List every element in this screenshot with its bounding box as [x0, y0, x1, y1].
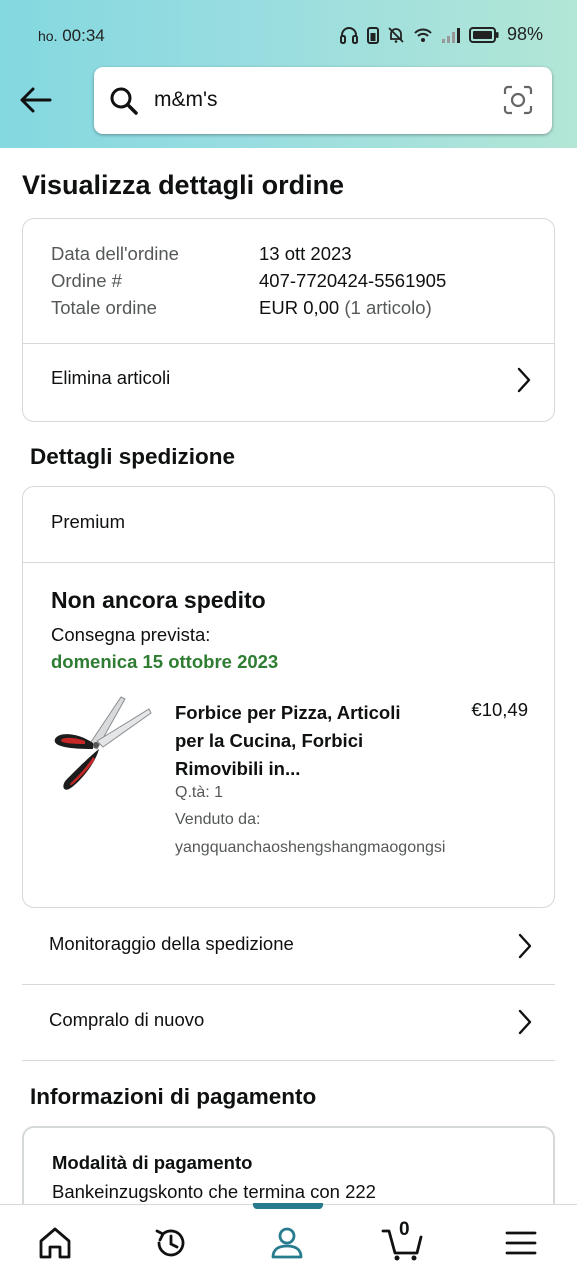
divider	[22, 1060, 555, 1061]
delivery-date: domenica 15 ottobre 2023	[51, 651, 279, 672]
order-number-label: Ordine #	[51, 270, 122, 291]
menu-icon[interactable]	[501, 1223, 541, 1263]
app-header: ho. 00:34 98% m&m's	[0, 0, 577, 148]
delete-items-row[interactable]: Elimina articoli	[23, 343, 554, 419]
cart-count: 0	[399, 1219, 410, 1240]
buy-again-row[interactable]: Compralo di nuovo	[22, 984, 555, 1060]
status-clock: 00:34	[62, 26, 105, 45]
divider	[23, 562, 554, 563]
shipping-type: Premium	[51, 511, 126, 532]
bottom-nav: 0	[0, 1203, 577, 1280]
shipment-card: Premium Non ancora spedito Consegna prev…	[22, 486, 555, 908]
track-shipment-row[interactable]: Monitoraggio della spedizione	[22, 908, 555, 984]
delete-items-label: Elimina articoli	[51, 367, 171, 388]
payment-method-title: Modalità di pagamento	[52, 1152, 253, 1173]
history-icon[interactable]	[151, 1223, 191, 1263]
status-carrier: ho.	[38, 28, 58, 44]
payment-method-text: Bankeinzugskonto che termina con 222	[52, 1181, 376, 1202]
home-icon[interactable]	[35, 1223, 75, 1263]
product-quantity: Q.tà: 1	[175, 784, 224, 801]
product-price: €10,49	[471, 699, 528, 720]
mute-bell-icon	[387, 26, 405, 44]
back-arrow-icon[interactable]	[18, 84, 54, 116]
camera-scan-icon[interactable]	[502, 84, 534, 121]
seller-name[interactable]: yangquanchaoshengshangmaogongsi	[175, 839, 445, 857]
search-bar[interactable]: m&m's	[94, 67, 552, 134]
order-total-amount: EUR 0,00	[259, 297, 340, 318]
order-total-items: (1 articolo)	[344, 297, 432, 318]
order-summary-card: Data dell'ordine 13 ott 2023 Ordine # 40…	[22, 218, 555, 422]
shipment-status: Non ancora spedito	[51, 587, 266, 613]
sold-by-label: Venduto da:	[175, 811, 261, 828]
order-number-value: 407-7720424-5561905	[259, 270, 447, 291]
buy-again-label: Compralo di nuovo	[49, 1009, 205, 1030]
search-input[interactable]: m&m's	[154, 88, 218, 112]
phone-battery-icon	[366, 26, 379, 44]
account-icon[interactable]	[267, 1223, 307, 1263]
status-bar: ho. 00:34 98%	[0, 0, 577, 70]
headphones-icon	[339, 26, 359, 44]
active-tab-indicator	[253, 1203, 323, 1209]
status-icons: 98%	[339, 24, 543, 45]
status-time: ho. 00:34	[38, 26, 105, 46]
chevron-right-icon	[516, 367, 532, 398]
chevron-right-icon	[517, 933, 533, 964]
product-title[interactable]: Forbice per Pizza, Articoli per la Cucin…	[175, 699, 405, 783]
delivery-label: Consegna prevista:	[51, 624, 211, 645]
order-total-value: EUR 0,00 (1 articolo)	[259, 297, 432, 319]
battery-percent: 98%	[506, 24, 543, 44]
page-title: Visualizza dettagli ordine	[22, 170, 345, 200]
cart-icon[interactable]: 0	[381, 1219, 425, 1263]
payment-section-title: Informazioni di pagamento	[30, 1084, 317, 1109]
order-date-value: 13 ott 2023	[259, 243, 352, 264]
order-date-label: Data dell'ordine	[51, 243, 179, 264]
wifi-icon	[413, 27, 433, 43]
chevron-right-icon	[517, 1009, 533, 1040]
shipping-section-title: Dettagli spedizione	[30, 444, 236, 469]
search-icon[interactable]	[108, 85, 140, 122]
signal-icon	[441, 27, 461, 43]
battery-icon	[468, 26, 499, 43]
track-shipment-label: Monitoraggio della spedizione	[49, 933, 294, 954]
product-image[interactable]	[49, 693, 155, 799]
order-total-label: Totale ordine	[51, 297, 157, 318]
